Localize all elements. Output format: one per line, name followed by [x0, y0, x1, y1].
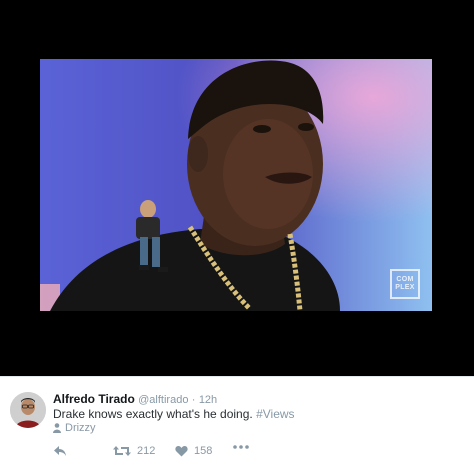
retweet-icon — [113, 446, 131, 456]
tweet-photo[interactable]: COM PLEX — [40, 59, 432, 311]
tweet-header: Alfredo Tirado @alftirado · 12h — [53, 392, 217, 406]
reply-icon — [54, 446, 66, 456]
like-count: 158 — [194, 445, 213, 457]
person-icon — [53, 423, 61, 433]
user-handle[interactable]: @alftirado — [138, 394, 188, 406]
photo-illustration — [40, 59, 432, 311]
avatar-image — [10, 392, 46, 428]
watermark-line1: COM — [396, 276, 414, 283]
tweet-text: Drake knows exactly what's he doing. #Vi… — [53, 407, 295, 421]
display-name[interactable]: Alfredo Tirado — [53, 392, 135, 406]
reply-button[interactable] — [53, 445, 67, 457]
heart-icon — [175, 446, 188, 457]
separator-dot: · — [191, 394, 196, 406]
tweet-body: Drake knows exactly what's he doing. — [53, 407, 253, 421]
hashtag-link[interactable]: #Views — [256, 407, 294, 421]
tweet-media: COM PLEX — [0, 0, 474, 376]
watermark-line2: PLEX — [395, 284, 415, 291]
like-button[interactable]: 158 — [175, 445, 212, 457]
location-line[interactable]: Drizzy — [53, 422, 96, 434]
retweet-button[interactable]: 212 — [113, 445, 155, 457]
timestamp[interactable]: 12h — [199, 394, 217, 406]
avatar[interactable] — [10, 392, 46, 428]
retweet-count: 212 — [137, 445, 156, 457]
location-label: Drizzy — [65, 422, 96, 434]
more-icon — [233, 445, 249, 449]
tweet-card: Alfredo Tirado @alftirado · 12h Drake kn… — [0, 376, 474, 471]
tweet-actions: 212 158 — [53, 445, 313, 461]
watermark-logo: COM PLEX — [390, 269, 420, 299]
more-button[interactable] — [233, 445, 249, 449]
